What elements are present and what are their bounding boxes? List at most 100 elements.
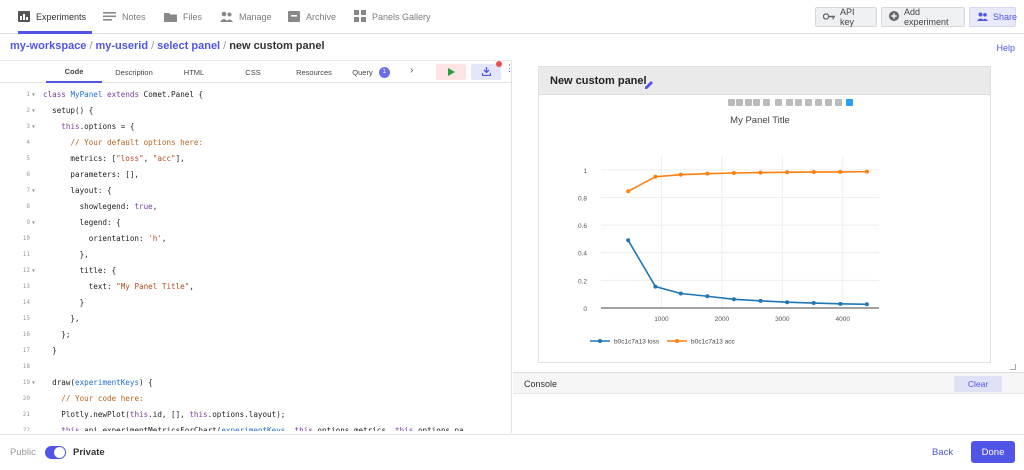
modebar-icon[interactable] [786,99,793,106]
console-header: Console Clear [513,372,1024,394]
tab-html[interactable]: HTML [166,61,222,83]
code-text: }; [43,330,71,339]
code-text: this.api.experimentMetricsForChart(exper… [61,426,464,431]
code-line: 17 } [0,343,510,359]
code-line: 2 ▼ setup() { [0,103,510,119]
code-line: 7 ▼ layout: { [0,183,510,199]
fold-arrow-icon[interactable]: ▼ [32,263,35,279]
modebar-icon[interactable] [846,99,853,106]
legend-label: b0c1c7a13 acc [691,339,735,346]
nav-experiments[interactable]: Experiments [18,0,93,34]
line-number: 11 [22,251,30,258]
footer-bar: Public Private Back [0,434,1024,470]
code-line: 4 // Your default options here: [0,135,510,151]
breadcrumb-workspace[interactable]: my-workspace [10,40,86,52]
more-vertical-icon[interactable]: ⋮ [505,64,514,73]
modebar-icon[interactable] [835,99,842,106]
code-text: layout: { [43,186,112,195]
data-point [731,297,736,302]
line-number: 1 [26,91,30,98]
done-button[interactable]: Done [971,441,1015,463]
code-text: class MyPanel extends Comet.Panel { [43,90,204,99]
data-point [785,300,790,305]
tab-resources[interactable]: Resources [284,61,344,83]
nav-label: Experiments [36,12,87,22]
nav-files[interactable]: Files [164,0,202,34]
clear-console-button[interactable]: Clear [954,376,1002,392]
line-number: 15 [22,315,30,322]
resize-handle[interactable] [1010,364,1016,370]
fold-arrow-icon[interactable]: ▼ [32,119,35,135]
modebar-icon[interactable] [805,99,812,106]
data-point [811,301,816,306]
modebar-icon[interactable] [753,99,760,106]
tab-description[interactable]: Description [104,61,164,83]
share-button[interactable]: Share [969,7,1017,27]
data-point [758,298,763,303]
breadcrumb-select-panel[interactable]: select panel [157,40,220,52]
fold-arrow-icon[interactable]: ▼ [32,375,35,391]
modebar-icon[interactable] [728,99,735,106]
edit-pencil-icon[interactable] [645,76,653,94]
line-number: 16 [22,331,30,338]
download-icon [481,63,491,81]
fold-arrow-icon[interactable]: ▼ [32,183,35,199]
chart-title: My Panel Title [730,115,790,126]
modebar-icon[interactable] [763,99,770,106]
modebar-icon[interactable] [775,99,782,106]
line-number: 3 [26,123,30,130]
code-line: 16 }; [0,327,510,343]
line-number: 5 [26,155,30,162]
code-text: parameters: [], [43,170,140,179]
visibility-toggle[interactable] [45,446,66,459]
nav-notes[interactable]: Notes [103,0,146,34]
tab-query[interactable]: Query 1 [346,61,396,83]
share-users-icon [977,12,988,23]
data-point [785,170,790,175]
code-line: 13 text: "My Panel Title", [0,279,510,295]
back-button[interactable]: Back [932,447,953,458]
y-tick-label: 0.4 [578,251,587,258]
nav-label: Manage [239,12,272,22]
fold-arrow-icon[interactable]: ▼ [32,87,35,103]
modebar-icon[interactable] [736,99,743,106]
x-tick-label: 1000 [654,316,669,323]
query-count-badge: 1 [378,66,390,78]
y-tick-label: 0.6 [578,223,587,230]
console-label: Console [524,379,558,389]
y-tick-label: 0.2 [578,278,587,285]
data-point [626,189,631,194]
add-experiment-button[interactable]: Add experiment [881,7,965,27]
tab-css[interactable]: CSS [224,61,282,83]
code-text: this.options = { [61,122,135,131]
nav-panels-gallery[interactable]: Panels Gallery [354,0,431,34]
data-point [705,294,710,299]
nav-manage[interactable]: Manage [220,0,272,34]
users-icon [220,11,233,24]
code-text: title: { [43,266,117,275]
line-number: 22 [22,427,30,431]
nav-archive[interactable]: Archive [288,0,336,34]
modebar-icon[interactable] [795,99,802,106]
code-text: } [43,298,85,307]
console-output [513,394,1024,434]
modebar-icon[interactable] [745,99,752,106]
run-button[interactable] [436,64,466,80]
data-point [811,170,816,175]
code-line: 3 ▼ this.options = { [0,119,510,135]
code-text: }, [43,314,80,323]
modebar-icon[interactable] [825,99,832,106]
code-line: 6 parameters: [], [0,167,510,183]
fold-arrow-icon[interactable]: ▼ [32,103,35,119]
code-text: }, [43,250,89,259]
play-icon [447,63,455,81]
tab-code[interactable]: Code [46,61,102,83]
fold-arrow-icon[interactable]: ▼ [32,215,35,231]
code-area[interactable]: 1 ▼ class MyPanel extends Comet.Panel {2 ▼ … [0,87,510,431]
chevron-right-icon[interactable]: › [410,65,413,76]
modebar-icon[interactable] [815,99,822,106]
breadcrumb-user[interactable]: my-userid [96,40,149,52]
nav-label: Notes [122,12,146,22]
api-key-button[interactable]: API key [815,7,877,27]
help-link[interactable]: Help [996,43,1015,53]
